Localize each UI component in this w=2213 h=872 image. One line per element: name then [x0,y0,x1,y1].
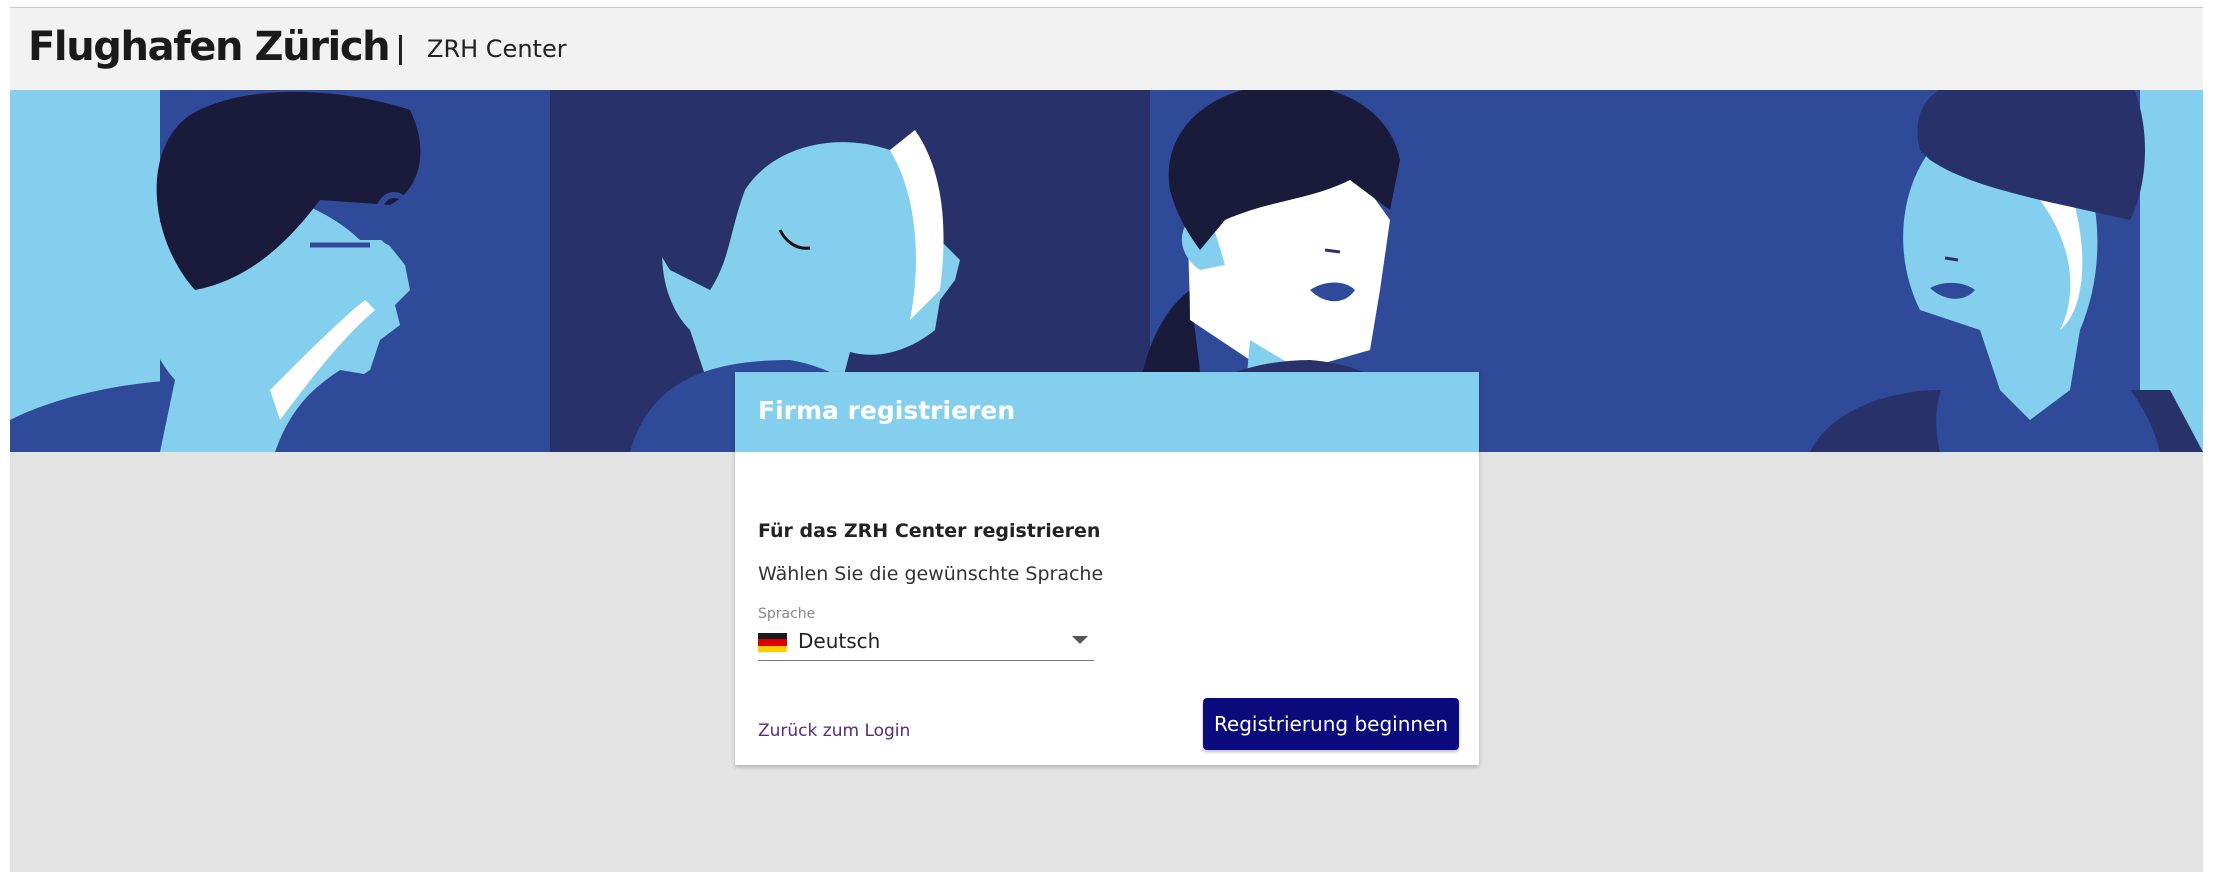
flag-de-icon [758,633,787,652]
language-select[interactable]: Deutsch [758,624,1094,661]
card-header: Firma registrieren [735,372,1479,452]
brand-divider [399,35,402,65]
start-registration-button[interactable]: Registrierung beginnen [1203,698,1459,750]
back-to-login-link[interactable]: Zurück zum Login [758,721,910,741]
brand-logo[interactable]: Flughafen Zürich [28,24,391,70]
card-subtitle: Für das ZRH Center registrieren [758,520,1101,542]
language-select-label: Sprache [758,606,816,622]
language-prompt: Wählen Sie die gewünschte Sprache [758,563,1104,585]
top-bar: Flughafen Zürich ZRH Center [10,8,2203,90]
app-name: ZRH Center [427,35,567,63]
register-card: Firma registrieren Für das ZRH Center re… [735,372,1479,765]
language-select-value: Deutsch [798,629,881,653]
chevron-down-icon[interactable] [1072,636,1088,644]
app-frame: Flughafen Zürich ZRH Center Firma regist… [10,7,2203,872]
card-title: Firma registrieren [758,396,1016,425]
